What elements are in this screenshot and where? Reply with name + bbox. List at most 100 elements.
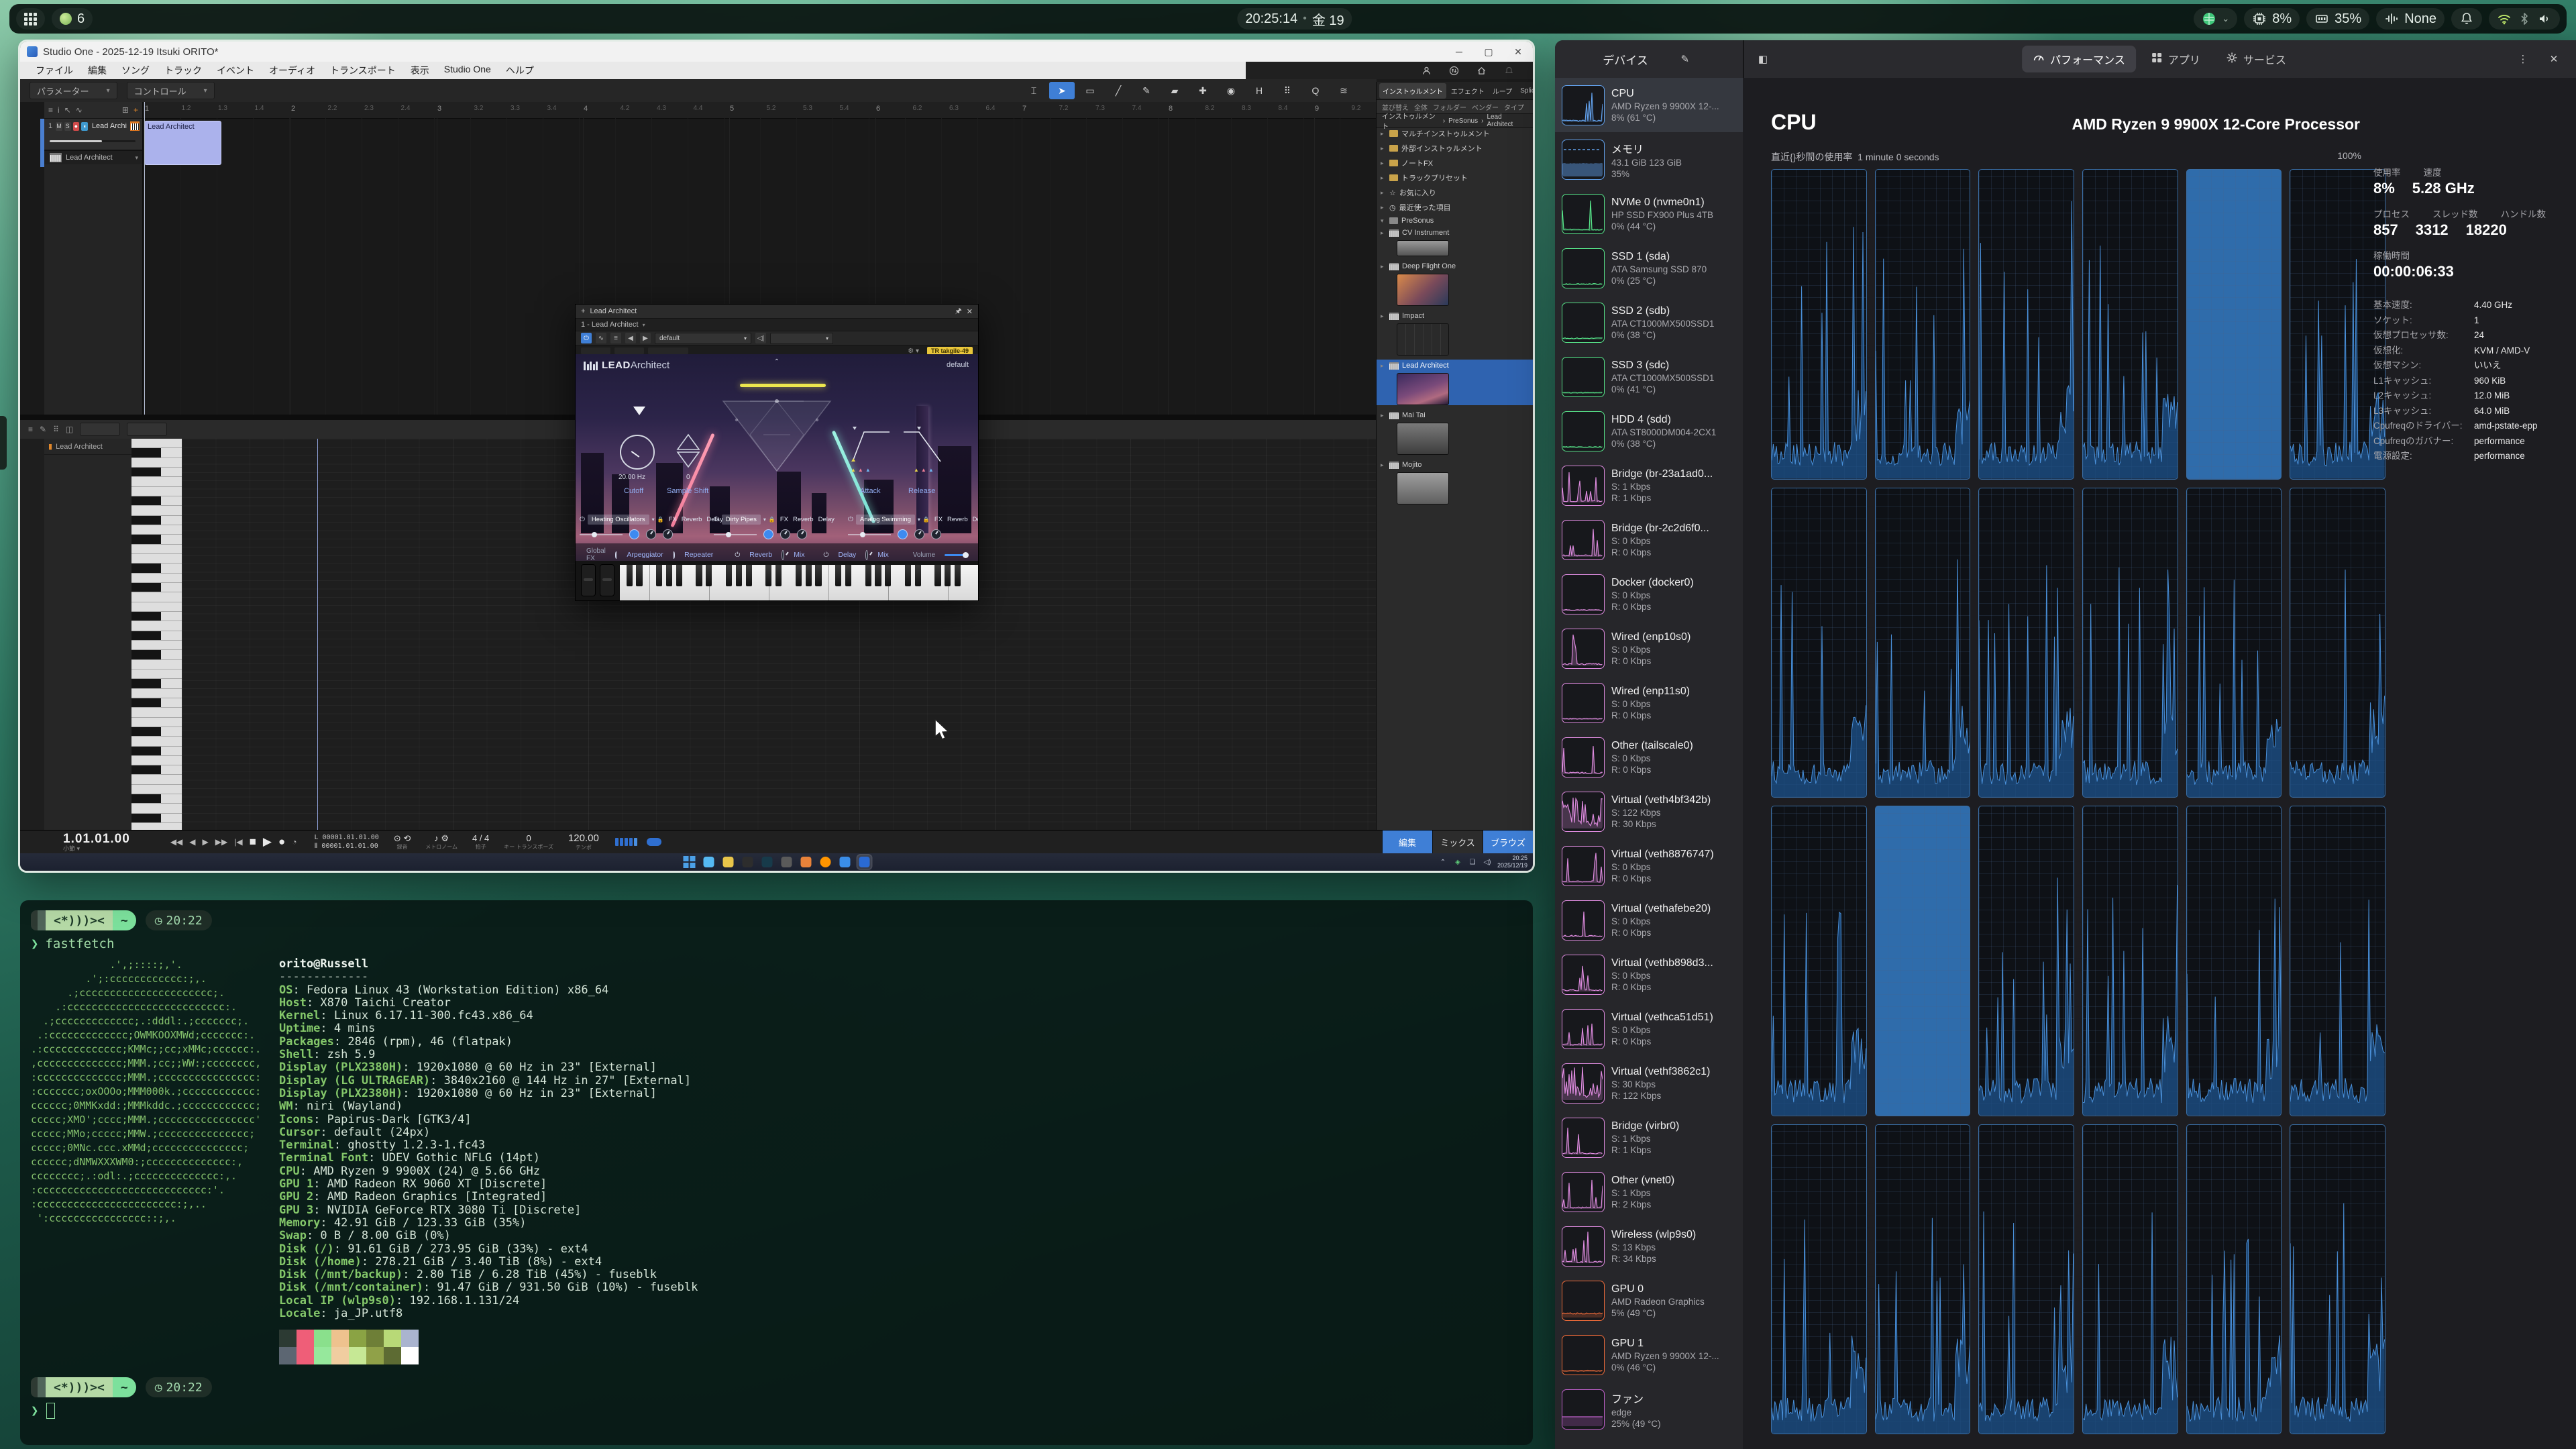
cutoff-knob[interactable] bbox=[620, 435, 655, 470]
menu-ヘルプ[interactable]: ヘルプ bbox=[498, 64, 541, 77]
device-item-SSD 2 (sdb)[interactable]: SSD 2 (sdb)ATA CT1000MX500SSD10% (38 °C) bbox=[1555, 295, 1743, 350]
device-item-HDD 4 (sdd)[interactable]: HDD 4 (sdd)ATA ST8000DM004-2CX10% (38 °C… bbox=[1555, 404, 1743, 458]
mission-center-headerbar[interactable]: デバイス ✎ ◧ パフォーマンスアプリサービス ⋮ ✕ bbox=[1555, 40, 2576, 78]
black-key[interactable] bbox=[656, 565, 662, 586]
ghostty-terminal[interactable]: <*)))>< ~ ◷20:22 ❯fastfetch .',;::::;,'.… bbox=[20, 900, 1533, 1445]
preset-next-button[interactable]: ▶ bbox=[640, 333, 651, 343]
piano-key[interactable] bbox=[131, 439, 182, 448]
mute-button[interactable]: M bbox=[56, 122, 62, 131]
preset-prev-button[interactable]: ◀ bbox=[625, 333, 636, 343]
collapse-chevron-icon[interactable]: ⌃ bbox=[774, 358, 780, 366]
maximize-button[interactable]: ▢ bbox=[1474, 42, 1503, 62]
breadcrumb-PreSonus[interactable]: PreSonus bbox=[1448, 117, 1478, 125]
keyboard-keys[interactable] bbox=[620, 565, 978, 600]
clock-widget[interactable]: 20:25:14 • 金 19 bbox=[1237, 8, 1352, 30]
device-item-Bridge (br-23a1ad0...[interactable]: Bridge (br-23a1ad0...S: 1 KbpsR: 1 Kbps bbox=[1555, 458, 1743, 513]
tray-volume-icon[interactable]: ◁) bbox=[1483, 857, 1492, 867]
view-button-ブラウズ[interactable]: ブラウズ bbox=[1483, 830, 1533, 853]
channel-selector[interactable]: ▾ bbox=[770, 333, 833, 344]
release-envelope[interactable]: ▲▲▲ bbox=[902, 427, 943, 469]
device-item-Virtual (vethafebe20)[interactable]: Virtual (vethafebe20)S: 0 KbpsR: 0 Kbps bbox=[1555, 893, 1743, 947]
instrument-thumbnail[interactable] bbox=[1397, 274, 1449, 306]
minimize-button[interactable]: ─ bbox=[1444, 42, 1474, 62]
sidebar-toggle-icon[interactable]: ◧ bbox=[1753, 49, 1773, 69]
tree-vendor-presonus[interactable]: ▾PreSonus bbox=[1377, 215, 1533, 227]
locator-display[interactable]: L 00001.01.01.00 Ⅱ 00001.01.01.00 bbox=[314, 833, 378, 851]
instrument-thumbnail[interactable] bbox=[1397, 423, 1449, 455]
piano-key[interactable] bbox=[131, 477, 182, 486]
instrument-thumbnail[interactable] bbox=[1397, 373, 1449, 405]
fx-knob[interactable] bbox=[763, 529, 773, 539]
preset-selector[interactable]: default▾ bbox=[655, 333, 751, 344]
instrument-thumbnail[interactable] bbox=[1397, 472, 1449, 504]
cpu-usage-widget[interactable]: 8% bbox=[2244, 8, 2300, 30]
tray-display-icon[interactable]: ❏ bbox=[1468, 857, 1477, 867]
delay-mix-knob[interactable] bbox=[865, 550, 868, 560]
tempo-display[interactable]: 120.00 テンポ bbox=[568, 833, 599, 851]
menu-編集[interactable]: 編集 bbox=[80, 64, 114, 77]
plugin-menu-button[interactable]: ≡ bbox=[610, 333, 621, 343]
notification-bell-icon[interactable] bbox=[1504, 66, 1514, 76]
add-instrument-icon[interactable]: + bbox=[581, 307, 585, 315]
device-item-Virtual (vethca51d51)[interactable]: Virtual (vethca51d51)S: 0 KbpsR: 0 Kbps bbox=[1555, 1002, 1743, 1056]
piano-key[interactable] bbox=[131, 698, 182, 708]
menu-トラック[interactable]: トラック bbox=[157, 64, 209, 77]
device-item-Virtual (vethf3862c1)[interactable]: Virtual (vethf3862c1)S: 30 KbpsR: 122 Kb… bbox=[1555, 1056, 1743, 1110]
sample-shift-control[interactable] bbox=[676, 433, 700, 468]
plugin-dim-field[interactable] bbox=[614, 347, 644, 354]
tree-folder-お気に入り[interactable]: ▸☆お気に入り bbox=[1377, 185, 1533, 200]
black-key[interactable] bbox=[835, 565, 841, 586]
home-icon[interactable] bbox=[1477, 66, 1487, 76]
piano-key[interactable] bbox=[131, 727, 182, 737]
black-key[interactable] bbox=[627, 565, 633, 586]
pencil-tool[interactable]: ✎ bbox=[1134, 82, 1159, 99]
record-arm-button[interactable]: ● bbox=[73, 122, 80, 131]
piano-key[interactable] bbox=[131, 506, 182, 515]
piano-key[interactable] bbox=[131, 650, 182, 659]
piano-key[interactable] bbox=[131, 487, 182, 496]
piano-key[interactable] bbox=[131, 708, 182, 717]
black-key[interactable] bbox=[955, 565, 961, 586]
menu-オーディオ[interactable]: オーディオ bbox=[262, 64, 323, 77]
tree-folder-最近使った項目[interactable]: ▸◷最近使った項目 bbox=[1377, 200, 1533, 215]
device-item-ファン[interactable]: ファンedge25% (49 °C) bbox=[1555, 1382, 1743, 1436]
oscillator-power-icon[interactable]: ⏻ bbox=[848, 516, 853, 523]
black-key[interactable] bbox=[636, 565, 642, 586]
solo-button[interactable]: S bbox=[64, 122, 71, 131]
morph-triangle-pad[interactable] bbox=[718, 396, 836, 476]
tray-shield-icon[interactable]: ◈ bbox=[1453, 857, 1462, 867]
taskbar-app-files[interactable] bbox=[721, 855, 735, 869]
oscillator-selector[interactable]: Analog Swimming bbox=[856, 515, 915, 525]
plugin-preset-name[interactable]: default bbox=[947, 361, 969, 369]
step-back-button[interactable]: ◀ bbox=[189, 837, 195, 847]
piano-key[interactable] bbox=[131, 574, 182, 583]
fast-forward-button[interactable]: ▶▶ bbox=[215, 837, 227, 847]
browser-instrument-Impact[interactable]: ▸Impact bbox=[1377, 310, 1533, 356]
device-item-Other (tailscale0)[interactable]: Other (tailscale0)S: 0 KbpsR: 0 Kbps bbox=[1555, 730, 1743, 784]
oscillator-slider[interactable] bbox=[848, 534, 891, 535]
browser-tab-Splice[interactable]: Splice bbox=[1517, 85, 1533, 97]
reverb-mix-knob[interactable] bbox=[782, 550, 784, 560]
arrange-timeline-ruler[interactable]: 11.21.31.422.22.32.433.23.33.444.24.34.4… bbox=[143, 102, 1377, 119]
piano-key[interactable] bbox=[131, 775, 182, 784]
oscillator-selector[interactable]: Heating Oscillators bbox=[588, 515, 649, 525]
plugin-compare-button[interactable]: ∿ bbox=[596, 333, 606, 343]
monitor-button[interactable]: ◖ bbox=[81, 122, 88, 131]
quantize-dropdown[interactable] bbox=[80, 423, 120, 436]
range-tool[interactable]: ▭ bbox=[1077, 82, 1103, 99]
device-item-Wired (enp10s0)[interactable]: Wired (enp10s0)S: 0 KbpsR: 0 Kbps bbox=[1555, 621, 1743, 676]
record-mode-cluster[interactable]: ⊙ ⟲ 録音 bbox=[394, 834, 411, 850]
yellow-macro-bar[interactable] bbox=[740, 384, 826, 387]
oscillator-selector[interactable]: Dirty Pipes bbox=[722, 515, 761, 525]
black-key[interactable] bbox=[905, 565, 911, 586]
tree-folder-マルチインストゥルメント[interactable]: ▸マルチインストゥルメント bbox=[1377, 126, 1533, 141]
delay-knob[interactable] bbox=[797, 529, 807, 539]
menu-Studio One[interactable]: Studio One bbox=[437, 64, 498, 77]
plugin-settings-gear-icon[interactable]: ⚙ ▾ bbox=[908, 347, 919, 355]
instrument-thumbnail[interactable] bbox=[1397, 323, 1449, 356]
piano-key[interactable] bbox=[131, 496, 182, 506]
step-forward-button[interactable]: ▶ bbox=[203, 837, 209, 847]
vpn-menu[interactable]: ⌄ bbox=[2194, 8, 2237, 30]
tab-アプリ[interactable]: アプリ bbox=[2140, 46, 2211, 72]
black-key[interactable] bbox=[845, 565, 851, 586]
